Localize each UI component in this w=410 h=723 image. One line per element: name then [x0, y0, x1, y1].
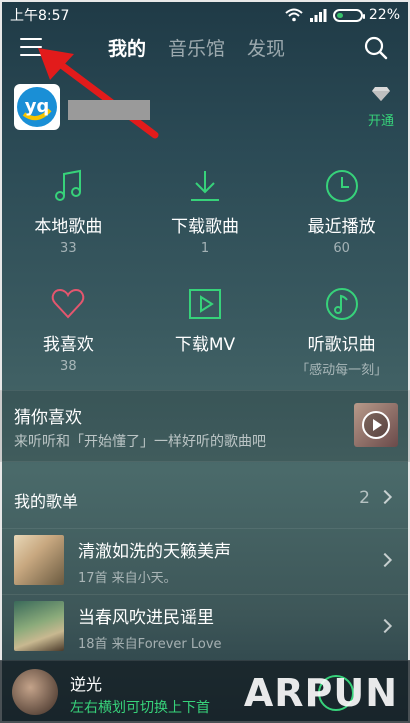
status-time: 上午8:57 — [10, 8, 70, 24]
main-tabs: 我的 音乐馆 发现 — [108, 34, 285, 61]
download-icon — [190, 171, 219, 201]
heart-icon — [52, 288, 85, 319]
battery-icon — [332, 8, 365, 22]
clock-icon — [325, 170, 358, 202]
swipe-hint: 左右横划可切换上下首 — [70, 700, 210, 716]
tab-music-hall[interactable]: 音乐馆 — [168, 34, 225, 61]
recent-play-label: 最近播放 — [307, 217, 376, 237]
app-logo-icon: yq — [17, 87, 57, 127]
play-icon[interactable] — [362, 411, 390, 439]
chevron-right-icon — [377, 552, 393, 568]
watermark: ARPUN — [243, 671, 398, 715]
recommend-title: 猜你喜欢 — [14, 408, 82, 428]
song-recognition-label: 听歌识曲 — [307, 335, 376, 355]
now-playing-title: 逆光 — [70, 675, 103, 694]
mini-player[interactable]: 逆光 左右横划可切换上下首 ARPUN — [0, 660, 410, 723]
playlist-meta: 17首 来自小天。 — [78, 571, 177, 586]
download-mv-item[interactable]: 下载MV — [137, 286, 274, 394]
playlist-name: 当春风吹进民谣里 — [78, 608, 214, 628]
playlist-cover — [14, 601, 64, 651]
my-playlists-header[interactable]: 我的歌单 2 — [0, 476, 410, 520]
playlists-title: 我的歌单 — [14, 492, 79, 511]
tab-mine[interactable]: 我的 — [108, 34, 146, 61]
tab-discover[interactable]: 发现 — [247, 34, 285, 61]
top-header: 我的 音乐馆 发现 — [0, 28, 410, 68]
profile-section: yq 开通 — [0, 84, 410, 134]
favorites-item[interactable]: 我喜欢 38 — [0, 286, 137, 394]
local-songs-label: 本地歌曲 — [34, 217, 103, 237]
song-recognition-slogan: 「感动每一刻」 — [296, 363, 388, 378]
vip-label: 开通 — [367, 114, 394, 129]
downloaded-songs-item[interactable]: 下载歌曲 1 — [137, 168, 274, 276]
downloaded-songs-count: 1 — [200, 241, 210, 256]
recommend-desc: 来听听和「开始懂了」一样好听的歌曲吧 — [14, 434, 266, 450]
search-icon[interactable] — [364, 36, 388, 60]
menu-icon[interactable] — [20, 38, 42, 56]
play-box-icon — [188, 289, 221, 319]
favorites-count: 38 — [60, 359, 77, 374]
playlist-cover — [14, 535, 64, 585]
local-songs-count: 33 — [60, 241, 77, 256]
download-mv-label: 下载MV — [174, 335, 236, 355]
username-redacted — [68, 100, 150, 120]
recent-play-item[interactable]: 最近播放 60 — [273, 168, 410, 276]
signal-icon — [309, 9, 327, 22]
local-songs-item[interactable]: 本地歌曲 33 — [0, 168, 137, 276]
wifi-icon — [285, 8, 303, 22]
recommend-banner[interactable]: 猜你喜欢 来听听和「开始懂了」一样好听的歌曲吧 — [0, 390, 410, 462]
avatar[interactable]: yq — [14, 84, 60, 130]
music-recognize-icon — [325, 288, 358, 320]
downloaded-songs-label: 下载歌曲 — [170, 217, 239, 237]
chevron-right-icon — [377, 489, 393, 505]
song-recognition-item[interactable]: 听歌识曲 「感动每一刻」 — [273, 286, 410, 394]
playlist-name: 清澈如洗的天籁美声 — [78, 542, 231, 562]
now-playing-cover — [12, 669, 58, 715]
status-bar: 上午8:57 22% — [10, 4, 400, 26]
playlist-row[interactable]: 当春风吹进民谣里 18首 来自Forever Love — [0, 594, 410, 658]
feature-grid: 本地歌曲 33 下载歌曲 1 最近播放 60 我喜欢 38 下载MV 听歌识曲 … — [0, 168, 410, 394]
music-note-icon — [55, 169, 82, 201]
recent-play-count: 60 — [333, 241, 350, 256]
favorites-label: 我喜欢 — [42, 335, 94, 355]
playlist-meta: 18首 来自Forever Love — [78, 637, 222, 652]
battery-percent: 22% — [368, 7, 400, 23]
playlists-count: 2 — [359, 488, 370, 508]
playlist-row[interactable]: 清澈如洗的天籁美声 17首 来自小天。 — [0, 528, 410, 592]
diamond-icon — [371, 87, 390, 101]
vip-open-button[interactable]: 开通 — [368, 86, 394, 129]
svg-text:yq: yq — [25, 96, 50, 117]
status-right: 22% — [285, 7, 400, 23]
chevron-right-icon — [377, 618, 393, 634]
